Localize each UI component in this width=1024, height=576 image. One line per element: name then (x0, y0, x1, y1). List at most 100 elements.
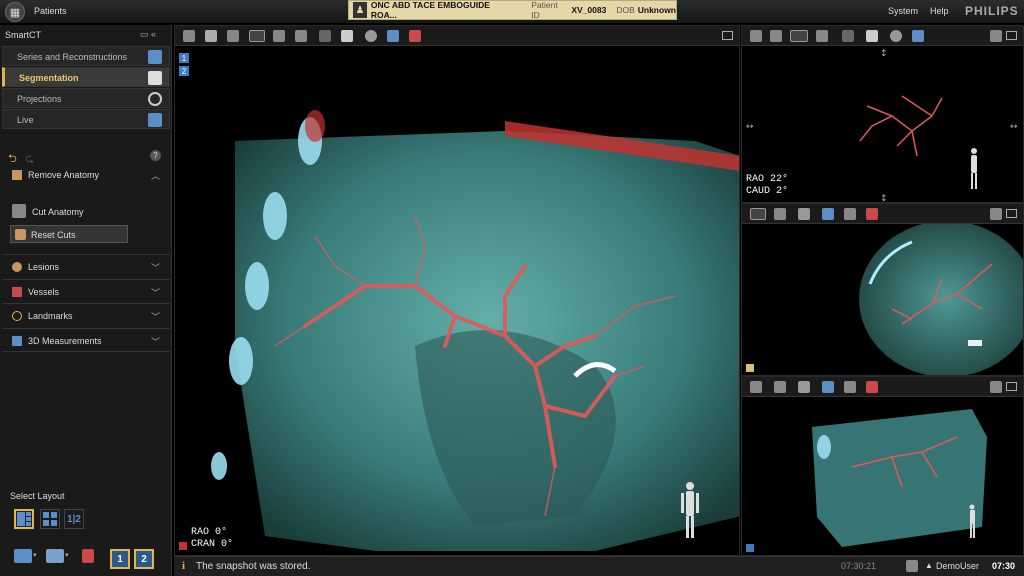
roll-tool-icon[interactable] (273, 30, 285, 42)
rotate-tool-icon[interactable] (227, 30, 239, 42)
user-icon[interactable] (906, 560, 918, 572)
maximize-icon[interactable] (1006, 31, 1017, 40)
swap-view-icon[interactable] (990, 381, 1002, 393)
zoom-tool-icon[interactable] (750, 208, 766, 220)
left-panel: SmartCT ▭ « Series and Reconstructions S… (0, 25, 172, 576)
reset-cuts-button[interactable]: Reset Cuts (10, 225, 128, 243)
text-annotation-icon[interactable] (866, 30, 878, 42)
axial-rendering[interactable] (742, 224, 1024, 376)
patients-label[interactable]: Patients (34, 6, 67, 16)
section-landmarks[interactable]: Landmarks ﹀ (2, 303, 170, 327)
remove-anatomy-icon (12, 170, 22, 180)
nav-series-and-reconstructions[interactable]: Series and Reconstructions (2, 46, 170, 66)
section-3d-measurements[interactable]: 3D Measurements ﹀ (2, 328, 170, 352)
swap-view-icon[interactable] (990, 30, 1002, 42)
vessel-tree (859, 95, 943, 157)
vessel-color-icon[interactable] (866, 381, 878, 393)
viewport-color-marker (746, 364, 754, 372)
rotate-tool-icon[interactable] (774, 381, 786, 393)
chevron-down-icon: ﹀ (150, 263, 160, 273)
exam-title: ONC ABD TACE EMBOGUIDE ROA... (370, 0, 490, 20)
axial-viewport[interactable] (741, 203, 1024, 376)
vessel-color-icon[interactable] (409, 30, 421, 42)
swap-view-icon[interactable] (990, 208, 1002, 220)
dropdown-arrow-icon[interactable]: ▾ (65, 551, 69, 559)
status-bar: i The snapshot was stored. 07:30:21 ▲ De… (174, 556, 1024, 576)
system-menu[interactable]: System (888, 6, 918, 16)
section-vessels[interactable]: Vessels ﹀ (2, 279, 170, 303)
head-icon[interactable] (890, 30, 902, 42)
collapse-panel-icon[interactable]: ▭ « (140, 29, 156, 40)
dropdown-arrow-icon[interactable]: ▾ (33, 551, 37, 559)
viewport-toolbar (742, 377, 1023, 397)
viewport-2-button[interactable]: 2 (134, 549, 154, 569)
nav-segmentation[interactable]: Segmentation (2, 67, 170, 87)
nav-label: Series and Reconstructions (17, 52, 128, 62)
head-icon[interactable] (365, 30, 377, 42)
text-annotation-icon[interactable] (341, 30, 353, 42)
cut-anatomy-button[interactable]: Cut Anatomy (10, 203, 128, 221)
coronal-viewport[interactable] (741, 376, 1024, 556)
layout-1-2-button[interactable]: 1|2 (64, 509, 84, 529)
pointer-tool-icon[interactable] (750, 381, 762, 393)
layout-2x2-button[interactable] (40, 509, 60, 529)
contrast-tool-icon[interactable] (295, 30, 307, 42)
zoom-tool-icon[interactable] (790, 30, 808, 42)
contrast-tool-icon[interactable] (844, 208, 856, 220)
color-map-icon[interactable] (387, 30, 399, 42)
color-map-icon[interactable] (822, 381, 834, 393)
snapshot-icon[interactable] (46, 549, 64, 563)
zoom-tool-icon[interactable] (249, 30, 265, 42)
user-name[interactable]: DemoUser (936, 561, 979, 571)
svg-text:↕: ↕ (880, 194, 888, 203)
patient-banner[interactable]: ♟ ONC ABD TACE EMBOGUIDE ROA... Patient … (348, 0, 677, 20)
vessel-tree-viewport[interactable]: ↕ ↔ ↔ ↕ RAO 22° CAUD 2° (741, 25, 1024, 203)
maximize-icon[interactable] (1006, 382, 1017, 391)
main-3d-viewport[interactable]: 1 2 RAO 0° CRAN 0° (174, 25, 740, 556)
export-icon[interactable] (82, 549, 94, 563)
volume-rendering[interactable] (175, 46, 740, 556)
help-icon[interactable]: ? (150, 150, 161, 161)
rotate-tool-icon[interactable] (770, 30, 782, 42)
help-menu[interactable]: Help (930, 6, 949, 16)
rotate-tool-icon[interactable] (774, 208, 786, 220)
viewport-1-button[interactable]: 1 (110, 549, 130, 569)
coronal-rendering[interactable] (742, 397, 1024, 556)
ruler-icon[interactable] (842, 30, 854, 42)
pointer-tool-icon[interactable] (183, 30, 195, 42)
layout-1-plus-3-button[interactable] (14, 509, 34, 529)
layout-1-plus-3-icon (17, 512, 31, 526)
lesion-icon (12, 262, 22, 272)
nav-projections[interactable]: Projections (2, 88, 170, 108)
nav-live[interactable]: Live (2, 109, 170, 129)
nav-label: Projections (17, 94, 62, 104)
caud-angle: CAUD 2° (746, 186, 789, 197)
patient-id: XV_0083 (571, 5, 607, 15)
pan-hand-icon[interactable] (205, 30, 217, 42)
color-map-icon[interactable] (822, 208, 834, 220)
brand-logo: PHILIPS (965, 4, 1019, 18)
color-map-icon[interactable] (912, 30, 924, 42)
section-lesions[interactable]: Lesions ﹀ (2, 254, 170, 278)
pointer-tool-icon[interactable] (750, 30, 762, 42)
patient-id-label: Patient ID (531, 0, 558, 20)
section-label: 3D Measurements (28, 336, 102, 346)
section-label: Vessels (28, 287, 60, 297)
ruler-icon[interactable] (319, 30, 331, 42)
footprint-icon[interactable] (798, 381, 810, 393)
footprint-icon[interactable] (798, 208, 810, 220)
copy-view-icon[interactable] (14, 549, 32, 563)
reset-icon (15, 229, 26, 240)
section-remove-anatomy[interactable]: Remove Anatomy ︿ (2, 163, 170, 187)
scissors-icon (12, 204, 26, 218)
contrast-tool-icon[interactable] (844, 381, 856, 393)
viewport-number-1[interactable]: 1 (179, 53, 189, 63)
contrast-tool-icon[interactable] (816, 30, 828, 42)
svg-text:↔: ↔ (1010, 122, 1018, 132)
viewport-number-2[interactable]: 2 (179, 66, 189, 76)
vessel-color-icon[interactable] (866, 208, 878, 220)
rao-angle: RAO 0° (191, 527, 228, 538)
maximize-icon[interactable] (722, 31, 733, 40)
patients-home-icon[interactable]: ▦ (5, 2, 25, 22)
maximize-icon[interactable] (1006, 209, 1017, 218)
